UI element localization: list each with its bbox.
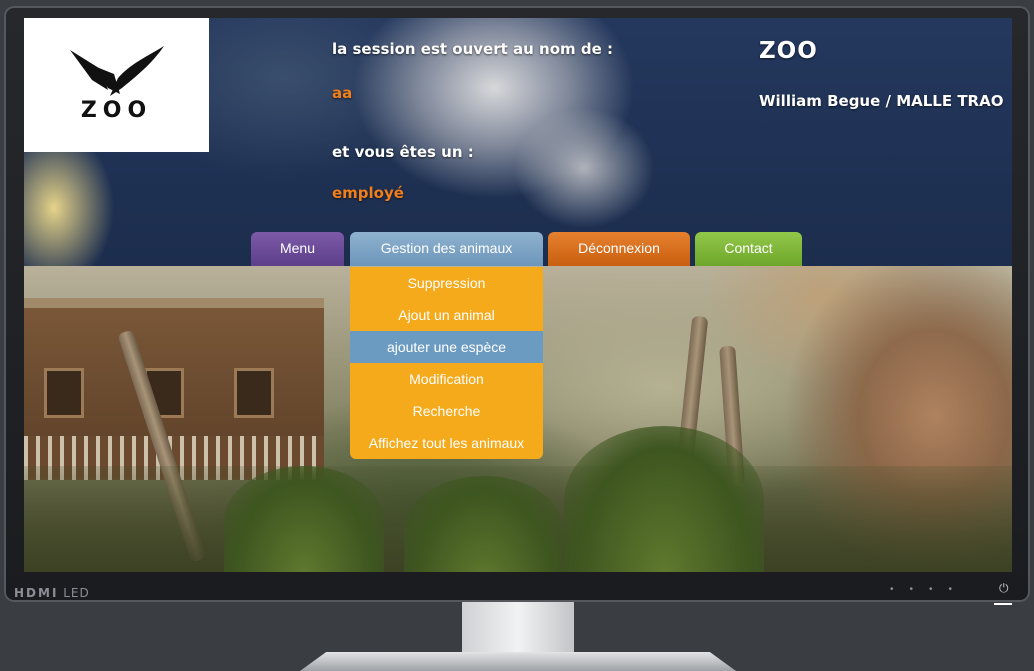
logo[interactable]: ZOO bbox=[24, 18, 209, 152]
monitor-stand-neck bbox=[462, 602, 574, 654]
wooden-house-image bbox=[24, 298, 324, 480]
power-indicator bbox=[994, 603, 1012, 605]
nav-tab-menu[interactable]: Menu bbox=[251, 232, 344, 266]
menu-item-recherche[interactable]: Recherche bbox=[350, 395, 543, 427]
nav-tab-gestion-animaux[interactable]: Gestion des animaux bbox=[350, 232, 543, 266]
power-icon[interactable]: ⏻ bbox=[999, 581, 1009, 596]
nav-tab-deconnexion[interactable]: Déconnexion bbox=[548, 232, 690, 266]
bird-logo-icon bbox=[70, 46, 164, 96]
gestion-dropdown-menu: Suppression Ajout un animal ajouter une … bbox=[350, 267, 543, 459]
menu-item-afficher-tout[interactable]: Affichez tout les animaux bbox=[350, 427, 543, 459]
page-header: ZOO la session est ouvert au nom de : aa… bbox=[24, 18, 1012, 266]
authors: William Begue / MALLE TRAO bbox=[759, 92, 1004, 110]
house-window bbox=[44, 368, 84, 418]
nav-tab-contact[interactable]: Contact bbox=[695, 232, 802, 266]
session-label: la session est ouvert au nom de : bbox=[332, 40, 614, 58]
monitor-frame: ZOO la session est ouvert au nom de : aa… bbox=[4, 6, 1030, 605]
role-label: et vous êtes un : bbox=[332, 143, 474, 161]
user-role: employé bbox=[332, 184, 404, 202]
menu-item-modification[interactable]: Modification bbox=[350, 363, 543, 395]
brand-label: HDMI bbox=[14, 586, 59, 600]
menu-item-ajout-animal[interactable]: Ajout un animal bbox=[350, 299, 543, 331]
fern bbox=[564, 426, 764, 572]
monitor-brand: HDMI LED bbox=[14, 586, 90, 600]
username: aa bbox=[332, 84, 353, 102]
brand-type: LED bbox=[63, 586, 90, 600]
monitor-buttons: •••• bbox=[890, 584, 969, 595]
screen: ZOO la session est ouvert au nom de : aa… bbox=[24, 18, 1012, 572]
monitor-stand-base bbox=[300, 652, 736, 671]
house-window bbox=[234, 368, 274, 418]
menu-item-ajouter-espece[interactable]: ajouter une espèce bbox=[350, 331, 543, 363]
logo-text: ZOO bbox=[80, 98, 153, 123]
site-title: ZOO bbox=[759, 38, 818, 64]
menu-item-suppression[interactable]: Suppression bbox=[350, 267, 543, 299]
fern bbox=[224, 466, 384, 572]
